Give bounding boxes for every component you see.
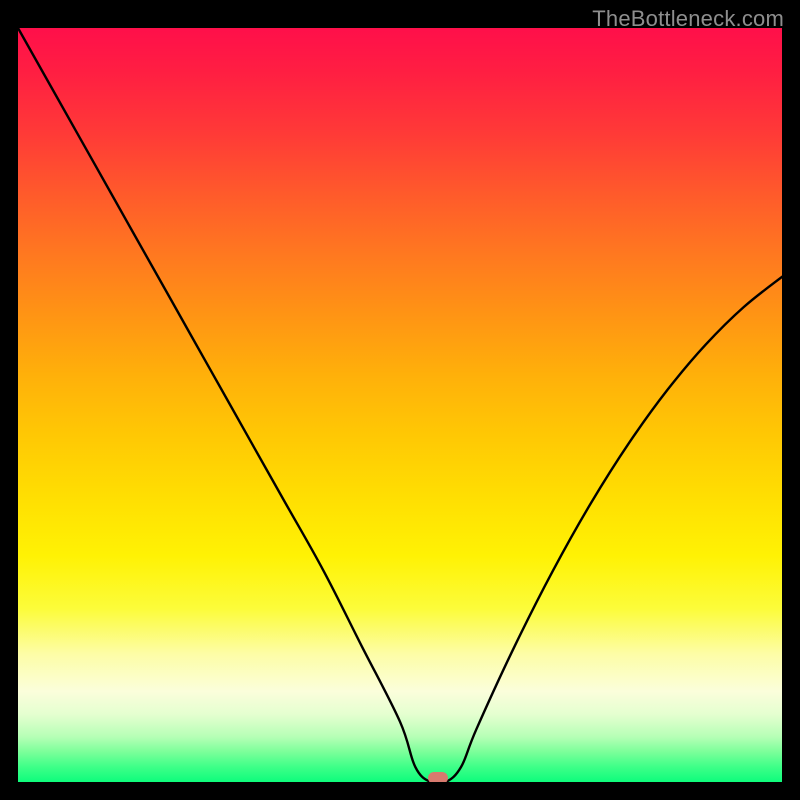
chart-frame: TheBottleneck.com	[0, 0, 800, 800]
optimal-point-marker	[428, 772, 448, 782]
watermark-text: TheBottleneck.com	[592, 6, 784, 32]
plot-area	[18, 28, 782, 782]
bottleneck-curve	[18, 28, 782, 782]
